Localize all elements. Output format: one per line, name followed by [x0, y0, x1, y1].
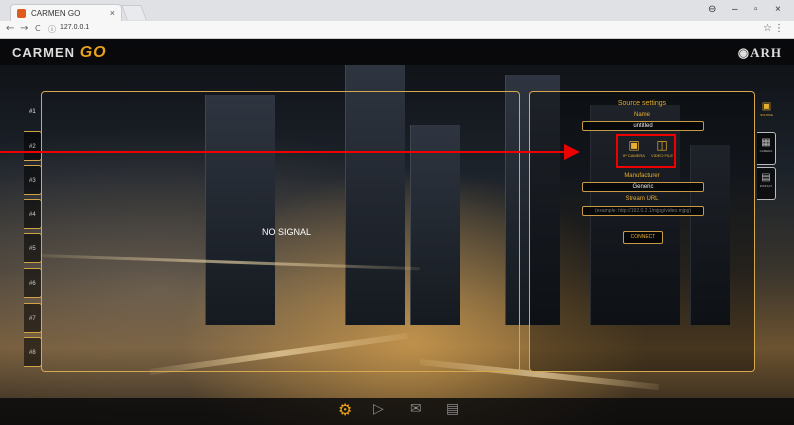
source-tab-label: #2 [29, 144, 36, 150]
stream-url-label: Stream URL [625, 196, 659, 202]
camera-icon: ▣ [761, 101, 772, 112]
source-tab-label: #5 [29, 246, 36, 252]
play-icon[interactable]: ▷ [373, 401, 384, 417]
right-tab-camera[interactable]: ▦ CAMERA [757, 132, 776, 165]
arh-logo: ◉ARH [737, 45, 782, 60]
chat-icon[interactable]: ✉ [410, 401, 422, 417]
right-tab-label: SOURCE [760, 113, 773, 117]
new-tab-button[interactable] [121, 5, 147, 20]
video-preview-panel: NO SIGNAL [41, 91, 520, 372]
source-tab-7[interactable]: #7 [24, 303, 42, 333]
source-tab-label: #4 [29, 212, 36, 218]
source-tab-label: #8 [29, 350, 36, 356]
app-area: CARMEN GO ◉ARH #1 #2 #3 #4 #5 #6 #7 #8 N… [0, 39, 794, 425]
right-tab-source[interactable]: ▣ SOURCE [757, 97, 776, 130]
app-header: CARMEN GO ◉ARH [0, 39, 794, 65]
source-settings-panel: Source settings Name untitled ▣ IP CAMER… [529, 91, 755, 372]
settings-title: Source settings [617, 100, 667, 107]
no-signal-text: NO SIGNAL [262, 227, 312, 237]
bookmark-star-icon[interactable]: ☆ [763, 23, 772, 34]
browser-tab-strip: CARMEN GO × ⊖ – ▫ × [0, 0, 794, 21]
source-tab-label: #6 [29, 281, 36, 287]
right-tab-display[interactable]: ▤ DISPLAY [757, 167, 776, 200]
minimize-button[interactable]: – [732, 4, 738, 15]
maximize-button[interactable]: ▫ [754, 4, 758, 15]
name-input[interactable]: untitled [582, 121, 704, 131]
source-tab-8[interactable]: #8 [24, 337, 42, 367]
message-icon[interactable]: ▤ [446, 401, 459, 417]
back-icon[interactable]: ← [6, 23, 14, 34]
manufacturer-select[interactable]: Generic [582, 182, 704, 192]
source-tab-4[interactable]: #4 [24, 199, 42, 229]
source-tab-3[interactable]: #3 [24, 165, 42, 195]
reload-icon[interactable]: C [35, 24, 41, 33]
account-icon[interactable]: ⊖ [708, 4, 716, 15]
brand-right-text: ARH [750, 45, 782, 60]
annotation-arrow-line [0, 151, 566, 153]
camera-settings-icon: ▦ [761, 137, 771, 148]
source-tab-5[interactable]: #5 [24, 233, 42, 263]
source-tab-1[interactable]: #1 [24, 97, 42, 127]
source-tab-6[interactable]: #6 [24, 268, 42, 298]
browser-tab[interactable]: CARMEN GO × [10, 4, 122, 21]
source-tab-label: #3 [29, 178, 36, 184]
source-tab-label: #1 [29, 109, 36, 115]
tab-title: CARMEN GO [31, 9, 81, 18]
source-tab-2[interactable]: #2 [24, 131, 42, 161]
tab-close-icon[interactable]: × [110, 8, 115, 18]
source-tab-label: #7 [29, 316, 36, 322]
name-label: Name [633, 112, 650, 118]
right-tab-label: DISPLAY [759, 184, 773, 188]
favicon-icon [17, 9, 26, 18]
forward-icon[interactable]: → [20, 23, 28, 34]
display-icon: ▤ [761, 172, 771, 183]
carmen-go-logo: CARMEN GO [12, 44, 107, 62]
stream-url-input[interactable]: (example: http://192.0.2.1/mjpg/video.mj… [582, 206, 704, 216]
connect-button[interactable]: CONNECT [623, 231, 663, 244]
browser-menu-icon[interactable]: ⋮ [774, 23, 784, 34]
annotation-arrow-head [564, 144, 580, 160]
manufacturer-label: Manufacturer [624, 173, 660, 179]
logo-text: CARMEN [12, 45, 76, 60]
app-footer: ⚙ ▷ ✉ ▤ [0, 398, 794, 425]
right-tab-label: CAMERA [759, 149, 773, 153]
window-close-button[interactable]: × [775, 4, 781, 15]
source-type-highlight [616, 134, 676, 168]
site-info-icon[interactable]: ⓘ [48, 24, 56, 35]
address-input[interactable]: 127.0.0.1 [60, 24, 89, 31]
address-bar-row: ← → C ⓘ 127.0.0.1 ☆ ⋮ [0, 21, 794, 39]
gear-icon[interactable]: ⚙ [338, 400, 352, 419]
logo-accent: GO [79, 44, 107, 61]
